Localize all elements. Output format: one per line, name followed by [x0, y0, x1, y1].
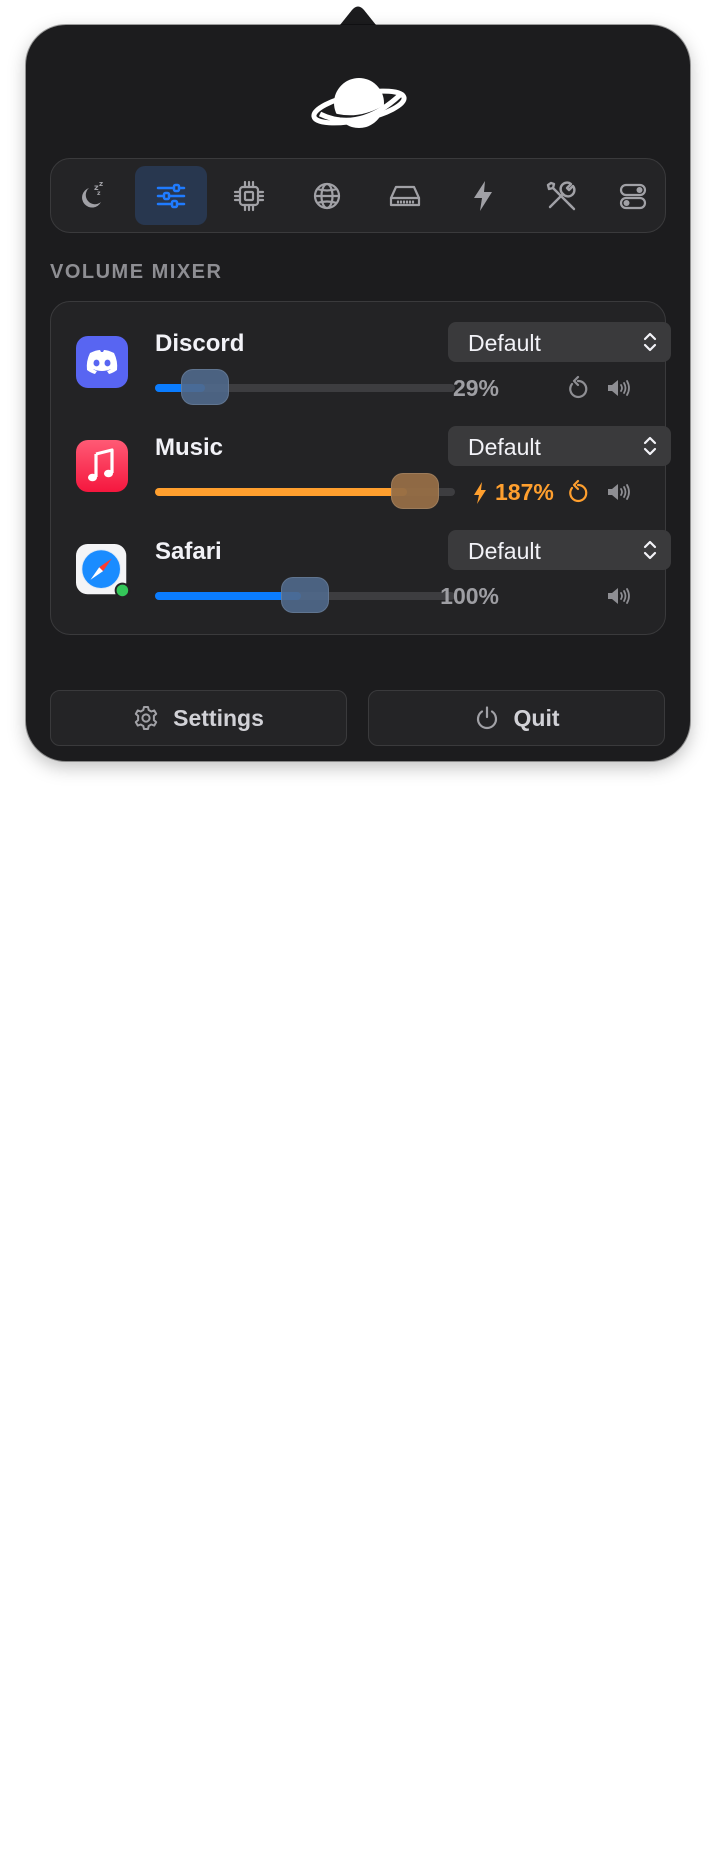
- tab-tools[interactable]: [525, 166, 597, 225]
- output-device-select[interactable]: Default: [448, 530, 671, 570]
- boost-bolt-icon: [474, 481, 486, 504]
- volume-slider[interactable]: [155, 577, 455, 613]
- volume-slider-thumb[interactable]: [391, 473, 439, 509]
- app-name: Music: [155, 434, 224, 461]
- tab-network[interactable]: [291, 166, 363, 225]
- toggles-icon: [619, 183, 647, 209]
- tools-icon: [546, 180, 576, 210]
- volume-slider[interactable]: [155, 473, 455, 509]
- app-row-music: Music Default 187%: [51, 406, 671, 510]
- tab-toggles[interactable]: [603, 166, 663, 225]
- volume-slider-fill: [155, 488, 407, 496]
- settings-button[interactable]: Settings: [50, 690, 347, 746]
- reset-arrow-icon: [569, 375, 588, 399]
- safari-compass-icon: [76, 544, 131, 599]
- speaker-icon: [608, 588, 630, 604]
- sliders-icon: [156, 183, 186, 208]
- app-name: Discord: [155, 330, 245, 357]
- globe-icon: [313, 182, 341, 209]
- output-device-value: Default: [468, 538, 541, 564]
- volume-slider-thumb[interactable]: [281, 577, 329, 613]
- category-toolbar: z z z: [50, 158, 666, 233]
- mute-button[interactable]: [605, 583, 631, 609]
- svg-text:z: z: [99, 180, 103, 188]
- app-name: Safari: [155, 538, 222, 565]
- music-note-icon: [76, 440, 128, 492]
- chevron-up-down-icon: [643, 540, 657, 560]
- reset-arrow-icon: [569, 479, 588, 503]
- cpu-chip-icon: [233, 180, 265, 211]
- tab-power[interactable]: [447, 166, 519, 225]
- quit-button[interactable]: Quit: [368, 690, 665, 746]
- output-device-value: Default: [468, 330, 541, 356]
- volume-percent-boosted: 187%: [471, 479, 554, 506]
- app-row-safari: Safari Default 100%: [51, 510, 671, 614]
- reset-volume-button[interactable]: [565, 479, 591, 505]
- reset-volume-button[interactable]: [565, 375, 591, 401]
- volume-mixer-panel: Discord Default 29% Music Default 187% S…: [50, 301, 671, 635]
- volume-percent: 100%: [440, 583, 499, 609]
- settings-label: Settings: [173, 704, 264, 731]
- planet-logo-icon: [311, 78, 407, 128]
- active-indicator-dot: [114, 582, 131, 599]
- bolt-icon: [474, 180, 492, 211]
- volume-slider-thumb[interactable]: [181, 369, 229, 405]
- output-device-select[interactable]: Default: [448, 426, 671, 466]
- app-row-discord: Discord Default 29%: [51, 302, 671, 406]
- tab-volume-mixer[interactable]: [135, 166, 207, 225]
- volume-percent: 29%: [452, 375, 499, 401]
- disk-drive-icon: [389, 185, 421, 206]
- svg-text:z: z: [97, 190, 101, 197]
- mute-button[interactable]: [605, 479, 631, 505]
- speaker-icon: [608, 484, 630, 500]
- gear-icon: [134, 706, 158, 730]
- menu-bar-popover: z z z VOLUME MIXER Discord Default 29% M…: [26, 25, 690, 761]
- volume-slider-fill: [155, 592, 301, 600]
- tab-storage[interactable]: [369, 166, 441, 225]
- sleep-moon-icon: z z z: [82, 180, 103, 208]
- speaker-icon: [608, 380, 630, 396]
- mute-button[interactable]: [605, 375, 631, 401]
- output-device-select[interactable]: Default: [448, 322, 671, 362]
- tab-cpu[interactable]: [213, 166, 285, 225]
- section-title: VOLUME MIXER: [50, 261, 223, 283]
- discord-icon: [76, 336, 128, 388]
- power-icon: [476, 706, 497, 730]
- quit-label: Quit: [513, 704, 560, 731]
- chevron-up-down-icon: [643, 436, 657, 456]
- output-device-value: Default: [468, 434, 541, 460]
- volume-percent: 187%: [495, 479, 554, 505]
- volume-slider[interactable]: [155, 369, 455, 405]
- tab-sleep[interactable]: z z z: [57, 166, 129, 225]
- chevron-up-down-icon: [643, 332, 657, 352]
